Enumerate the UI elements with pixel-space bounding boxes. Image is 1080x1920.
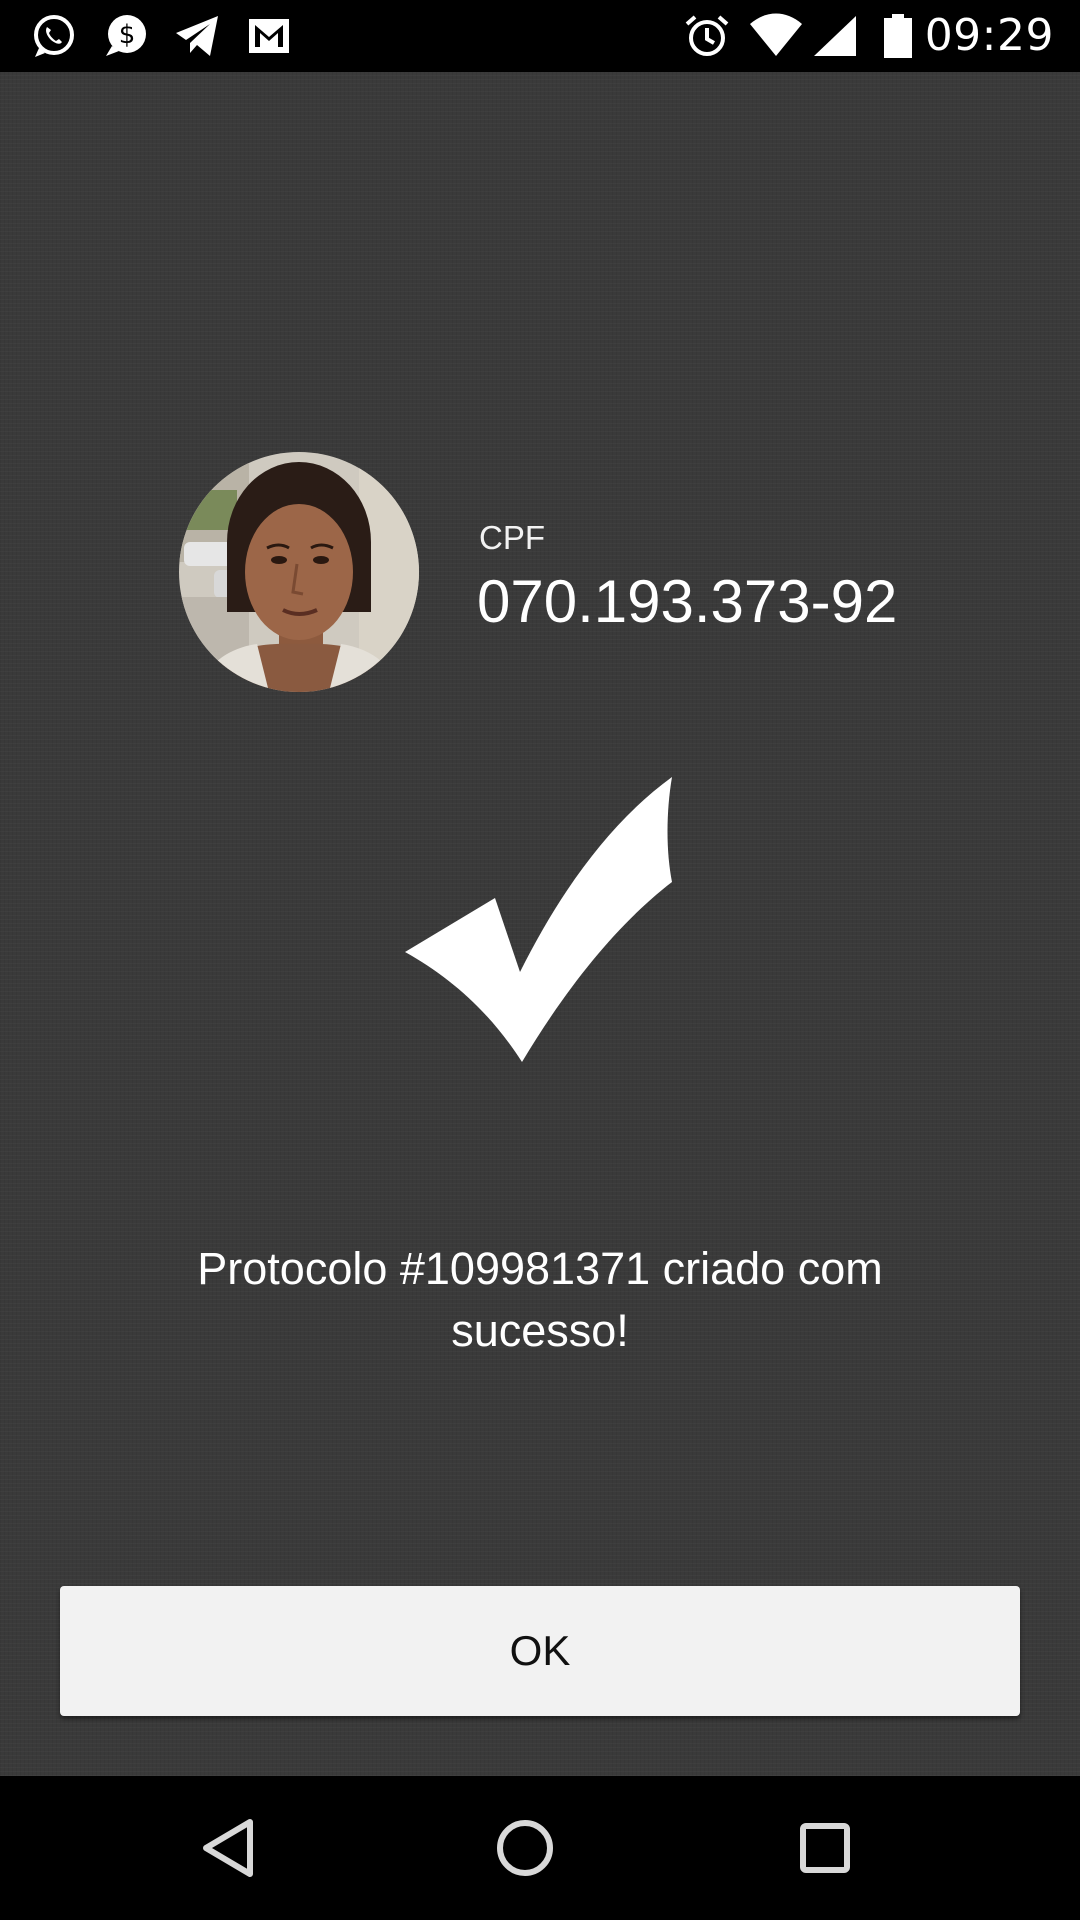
- wifi-icon: [748, 12, 804, 60]
- back-icon[interactable]: [192, 1812, 264, 1884]
- avatar: [179, 452, 419, 692]
- ok-button[interactable]: OK: [60, 1586, 1020, 1716]
- dollar-chat-icon: $: [100, 12, 150, 60]
- status-clock: 09:29: [924, 10, 1054, 61]
- whatsapp-icon: [28, 12, 78, 60]
- checkmark-icon: [400, 772, 680, 1062]
- alarm-icon: [682, 12, 732, 60]
- person-photo: [179, 452, 419, 692]
- svg-text:$: $: [119, 20, 136, 50]
- navigation-bar: [0, 1776, 1080, 1920]
- home-icon[interactable]: [489, 1812, 561, 1884]
- gmail-icon: [244, 12, 294, 60]
- status-bar: $ 09:29: [0, 0, 1080, 72]
- recents-icon[interactable]: [789, 1812, 861, 1884]
- cpf-value: 070.193.373-92: [477, 568, 898, 635]
- cell-signal-icon: [810, 12, 860, 60]
- cpf-label: CPF: [479, 519, 545, 556]
- success-message: Protocolo #109981371 criado com sucesso!: [197, 1243, 883, 1356]
- telegram-icon: [172, 12, 222, 60]
- content-area: CPF 070.193.373-92 Protocolo #109981371 …: [0, 72, 1080, 1776]
- battery-icon: [878, 12, 918, 60]
- screen: $ 09:29 CPF 070.193.373-92 Protocolo #10…: [0, 0, 1080, 1920]
